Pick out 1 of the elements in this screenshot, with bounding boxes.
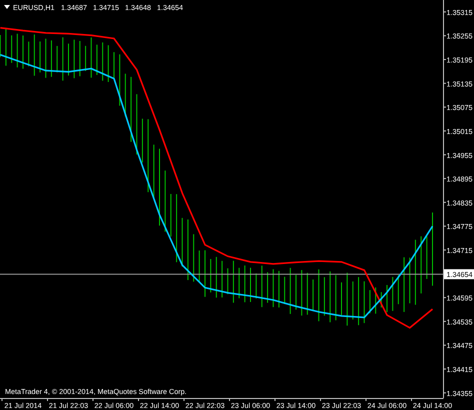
- dropdown-triangle-icon[interactable]: [4, 5, 10, 9]
